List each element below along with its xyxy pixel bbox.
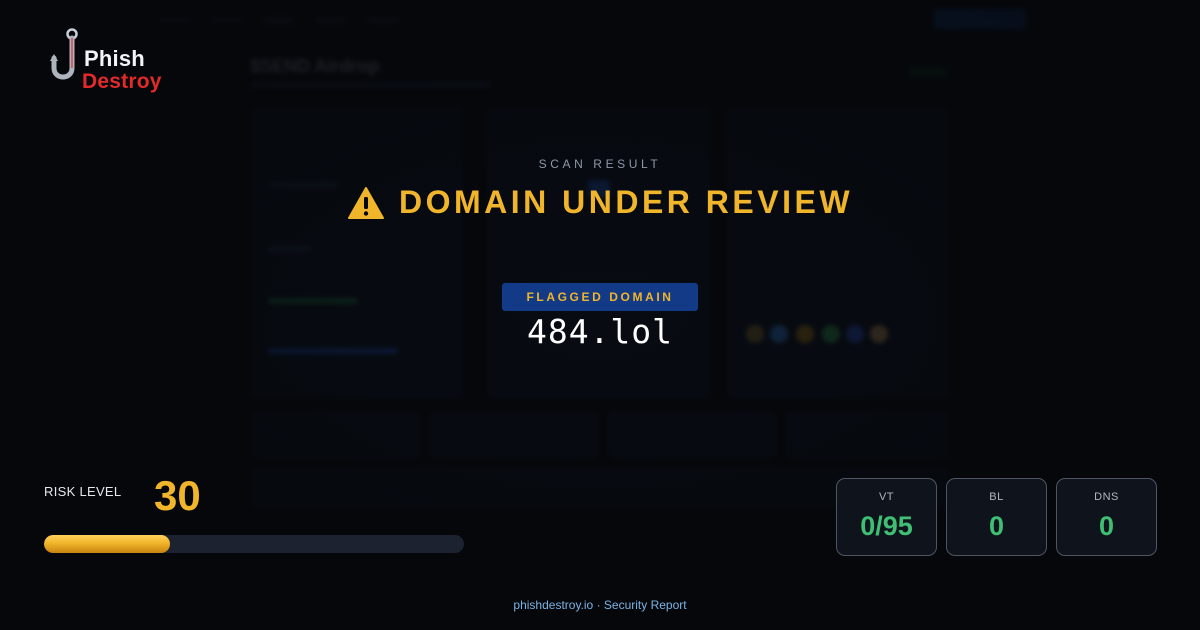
background-site-title: $SEND Airdrop — [250, 56, 380, 76]
phishdestroy-logo: Phish Destroy — [48, 28, 178, 98]
warning-icon — [347, 186, 384, 219]
flagged-domain-badge: FLAGGED DOMAIN — [502, 283, 698, 311]
stat-label-bl: BL — [989, 491, 1004, 503]
stat-box-vt: VT 0/95 — [836, 478, 937, 556]
scan-result-label: SCAN RESULT — [538, 157, 662, 171]
stat-box-bl: BL 0 — [946, 478, 1047, 556]
risk-level-bar — [44, 535, 464, 553]
stat-value-dns: 0 — [1098, 511, 1115, 541]
background-nav — [160, 8, 1040, 32]
flagged-domain-name: 484.lol — [526, 312, 674, 351]
headline-text: DOMAIN UNDER REVIEW — [398, 184, 854, 220]
logo-text-top: Phish — [84, 46, 145, 71]
risk-level-label: RISK LEVEL — [44, 484, 122, 499]
risk-level-bar-fill — [44, 535, 170, 553]
logo-text-bottom: Destroy — [82, 70, 162, 93]
stat-value-bl: 0 — [988, 511, 1005, 541]
stat-box-dns: DNS 0 — [1056, 478, 1157, 556]
stat-value-vt: 0/95 — [860, 511, 913, 541]
risk-level-value: 30 — [154, 472, 201, 519]
stat-label-dns: DNS — [1094, 491, 1119, 503]
stat-label-vt: VT — [878, 491, 895, 503]
footer-link[interactable]: phishdestroy.io · Security Report — [0, 598, 1200, 612]
scan-headline: DOMAIN UNDER REVIEW — [0, 184, 1200, 221]
